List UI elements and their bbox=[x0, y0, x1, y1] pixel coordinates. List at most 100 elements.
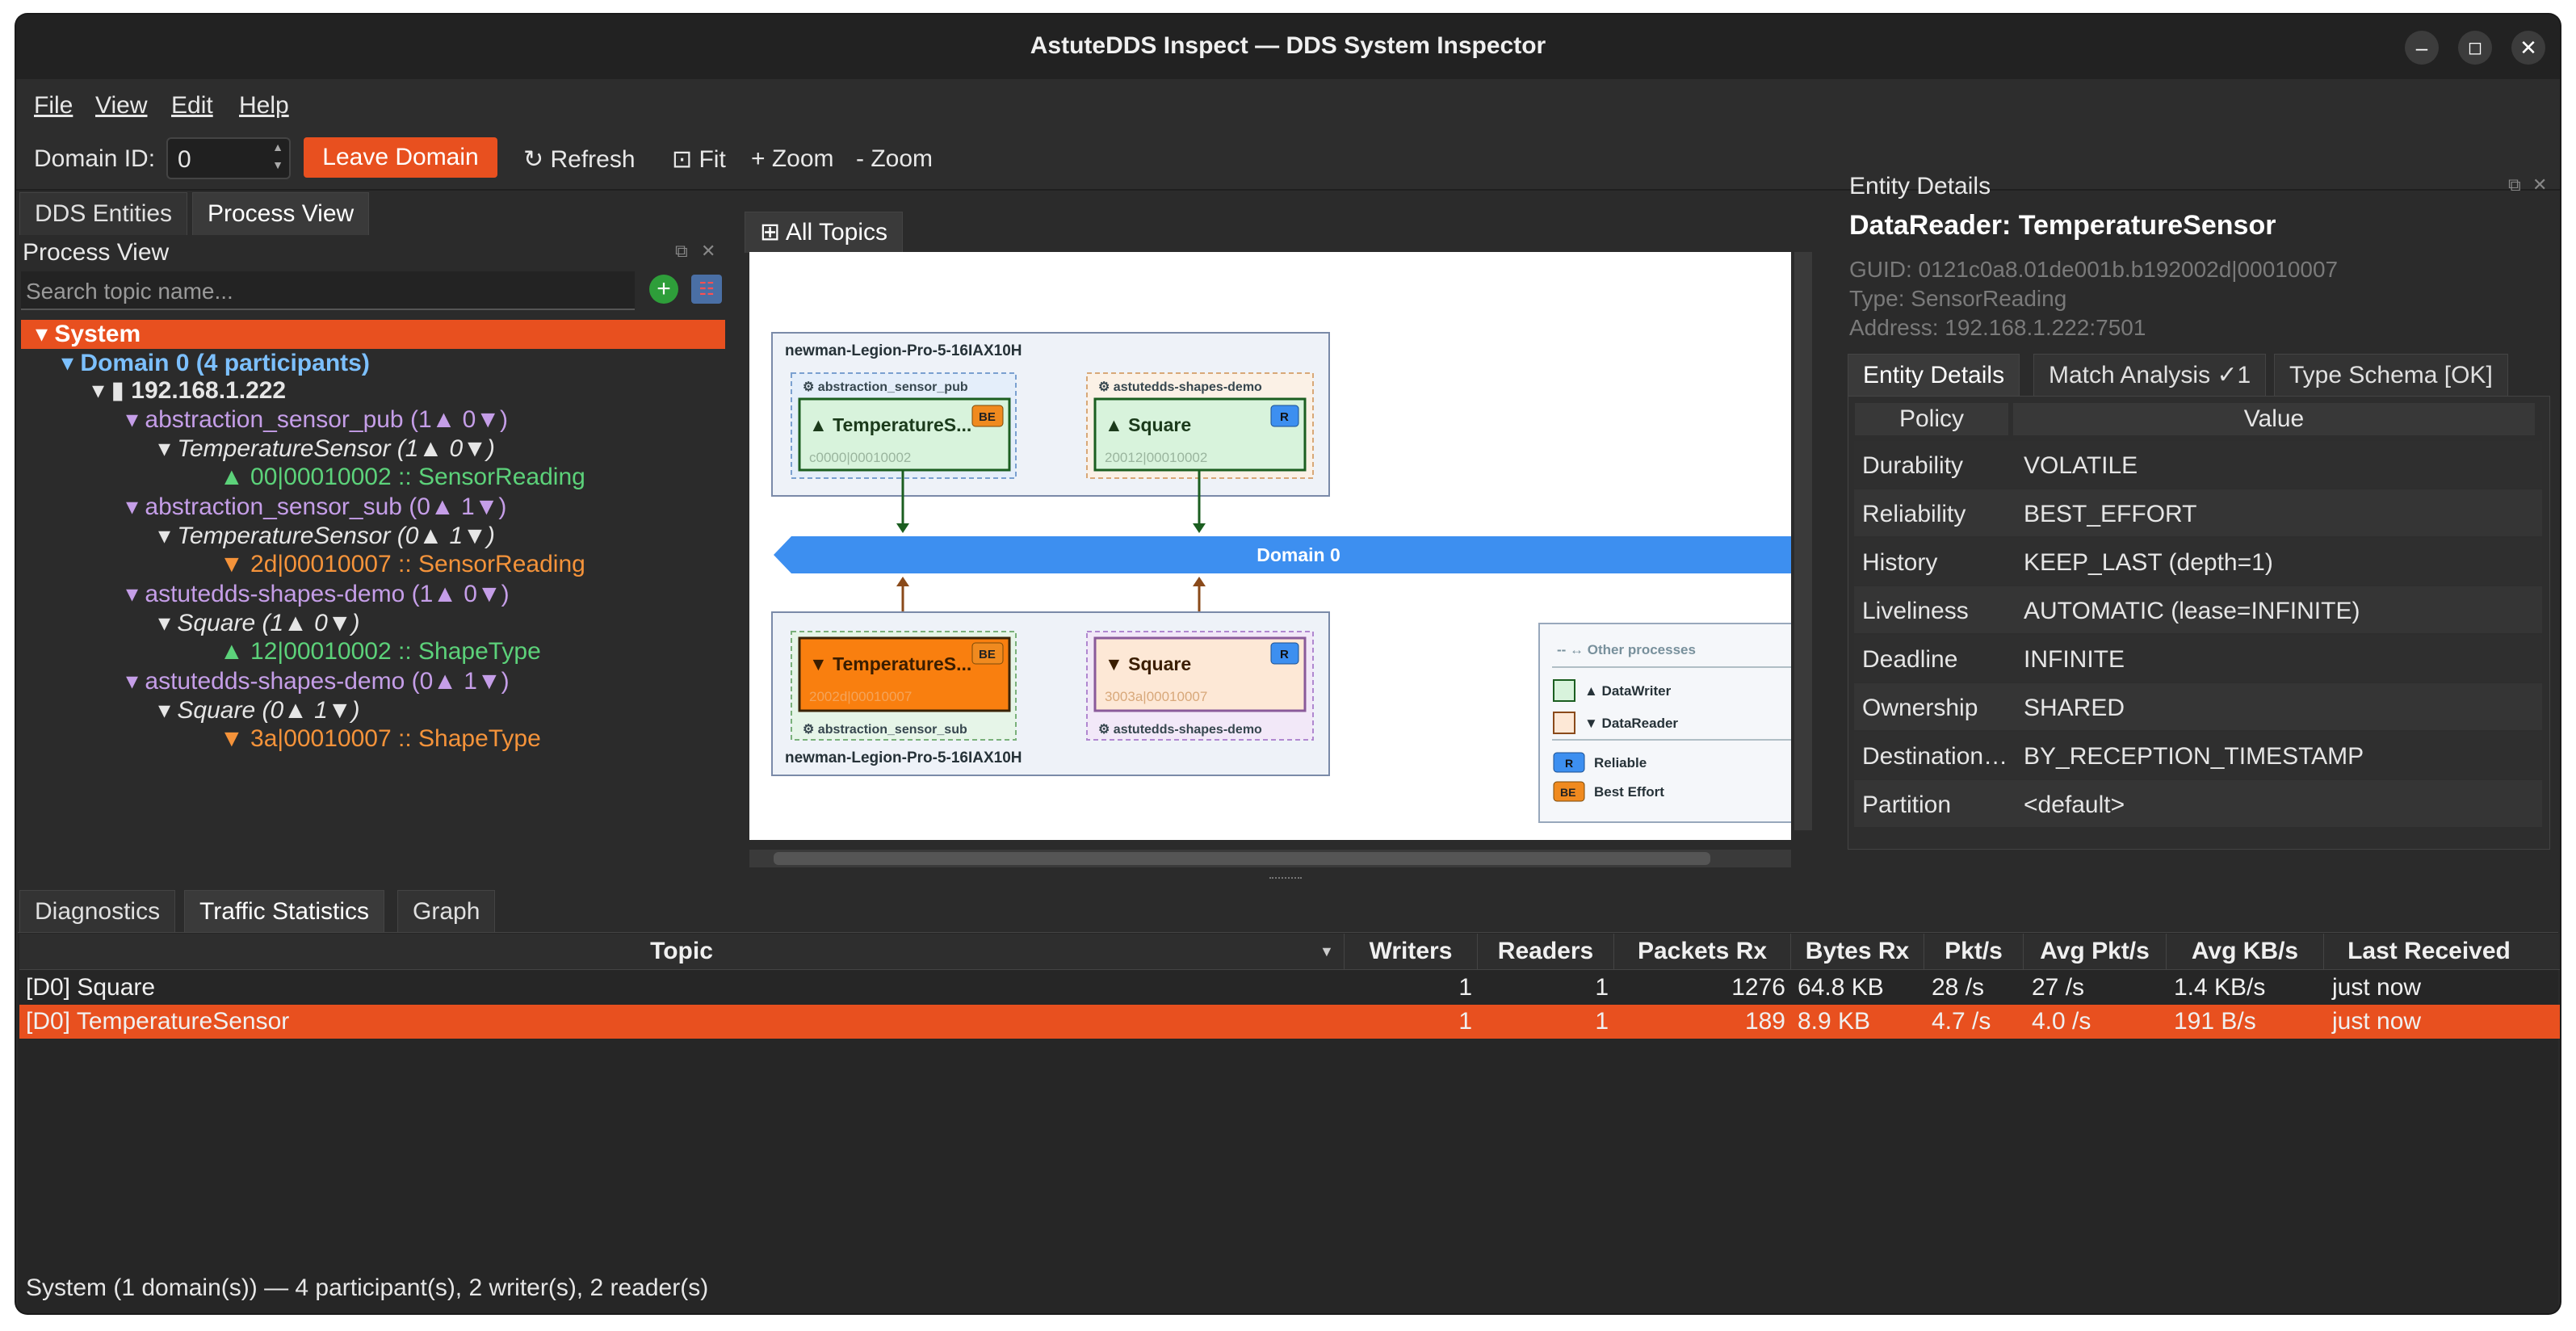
qos-row[interactable]: Durability VOLATILE bbox=[1854, 441, 2542, 488]
tree-participant-label: abstraction_sensor_pub (1▲ 0▼) bbox=[145, 406, 509, 433]
panel-float-icon[interactable]: ⧉ bbox=[675, 241, 688, 262]
cell-writers: 1 bbox=[1458, 974, 1472, 1001]
tab-type-schema[interactable]: Type Schema [OK] bbox=[2274, 354, 2508, 397]
panel-close-icon[interactable]: ✕ bbox=[2532, 174, 2547, 195]
legend-writer-label: ▲ DataWriter bbox=[1584, 683, 1672, 699]
cell-bytes-rx: 64.8 KB bbox=[1798, 974, 1884, 1001]
qos-row[interactable]: History KEEP_LAST (depth=1) bbox=[1854, 538, 2542, 585]
tree-system[interactable]: ▾ System bbox=[36, 320, 141, 348]
edge-arrow bbox=[1193, 523, 1206, 533]
col-avg-kb-s[interactable]: Avg KB/s bbox=[2167, 934, 2324, 969]
col-topic[interactable]: Topic bbox=[19, 934, 1345, 969]
col-avg-pkt-s[interactable]: Avg Pkt/s bbox=[2024, 934, 2167, 969]
scrollbar-thumb[interactable] bbox=[774, 852, 1710, 865]
graph-horizontal-scrollbar[interactable] bbox=[749, 850, 1791, 867]
leave-domain-button[interactable]: Leave Domain bbox=[304, 137, 497, 178]
col-packets-rx[interactable]: Packets Rx bbox=[1614, 934, 1791, 969]
tree-topic[interactable]: ▾ Square (0▲ 1▼) bbox=[158, 696, 360, 724]
tab-all-topics[interactable]: ⊞ All Topics bbox=[745, 212, 903, 253]
cell-writers: 1 bbox=[1458, 1008, 1472, 1035]
edge-arrow bbox=[896, 523, 909, 533]
tree-participant[interactable]: ▾ astutedds-shapes-demo (1▲ 0▼) bbox=[126, 580, 510, 608]
qos-row[interactable]: Ownership SHARED bbox=[1854, 683, 2542, 730]
process-label-pub: ⚙ abstraction_sensor_pub bbox=[803, 380, 968, 394]
tree-topic-label: Square (0▲ 1▼) bbox=[177, 697, 360, 724]
tab-match-analysis[interactable]: Match Analysis ✓1 bbox=[2033, 354, 2267, 397]
tab-process-view[interactable]: Process View bbox=[192, 192, 370, 235]
clear-filter-icon[interactable]: ☷ bbox=[691, 275, 722, 304]
tree-participant[interactable]: ▾ astutedds-shapes-demo (0▲ 1▼) bbox=[126, 667, 510, 695]
legend-reliable-badge-text: R bbox=[1565, 757, 1573, 770]
col-last-received[interactable]: Last Received bbox=[2324, 934, 2534, 969]
tree-domain-label: Domain 0 (4 participants) bbox=[80, 350, 370, 376]
menu-help[interactable]: Help bbox=[239, 92, 289, 120]
menu-file[interactable]: File bbox=[34, 92, 73, 120]
entity-address: Address: 192.168.1.222:7501 bbox=[1849, 315, 2146, 340]
datawriter-label-square: ▲ Square bbox=[1105, 414, 1191, 435]
cell-topic: [D0] TemperatureSensor bbox=[26, 1008, 290, 1035]
fit-button[interactable]: ⊡ Fit bbox=[672, 145, 726, 174]
cell-readers: 1 bbox=[1595, 974, 1609, 1001]
tree-endpoint[interactable]: ▼ 3a|00010007 :: ShapeType bbox=[220, 725, 541, 753]
topology-canvas[interactable]: newman-Legion-Pro-5-16IAX10H ⚙ abstracti… bbox=[749, 252, 1791, 840]
sort-chevron-down-icon[interactable]: ▼ bbox=[1319, 943, 1334, 960]
qos-value: SHARED bbox=[2024, 695, 2125, 721]
minimize-icon[interactable]: – bbox=[2405, 31, 2439, 65]
col-readers[interactable]: Readers bbox=[1478, 934, 1614, 969]
tree-topic[interactable]: ▾ TemperatureSensor (0▲ 1▼) bbox=[158, 522, 495, 550]
domain-id-label: Domain ID: bbox=[34, 145, 156, 172]
menu-edit[interactable]: Edit bbox=[171, 92, 213, 120]
tree-host[interactable]: ▾ ▮ 192.168.1.222 bbox=[92, 376, 286, 405]
close-icon[interactable]: ✕ bbox=[2511, 31, 2545, 65]
domain-id-spinbox[interactable]: 0 ▲ ▼ bbox=[166, 137, 291, 179]
zoom-out-button[interactable]: - Zoom bbox=[856, 145, 933, 173]
qos-row[interactable]: Deadline INFINITE bbox=[1854, 635, 2542, 682]
zoom-in-button[interactable]: + Zoom bbox=[751, 145, 834, 173]
col-writers[interactable]: Writers bbox=[1345, 934, 1478, 969]
tab-dds-entities[interactable]: DDS Entities bbox=[19, 192, 188, 235]
qos-col-value: Value bbox=[2013, 403, 2535, 435]
panel-close-icon[interactable]: ✕ bbox=[701, 241, 715, 262]
datawriter-guid-temperature: c0000|00010002 bbox=[809, 450, 911, 465]
panel-float-icon[interactable]: ⧉ bbox=[2508, 174, 2521, 195]
edge-arrow bbox=[1193, 577, 1206, 586]
domain-id-value: 0 bbox=[178, 146, 191, 173]
spin-up-icon[interactable]: ▲ bbox=[270, 141, 286, 157]
status-bar: System (1 domain(s)) — 4 participant(s),… bbox=[26, 1274, 709, 1301]
tree-endpoint[interactable]: ▼ 2d|00010007 :: SensorReading bbox=[220, 551, 585, 578]
tab-entity-details[interactable]: Entity Details bbox=[1848, 354, 2020, 397]
qos-policy: Ownership bbox=[1862, 695, 1978, 721]
edge-arrow bbox=[896, 577, 909, 586]
col-pkt-s[interactable]: Pkt/s bbox=[1924, 934, 2024, 969]
refresh-button[interactable]: ↻ Refresh bbox=[523, 145, 636, 174]
tree-endpoint[interactable]: ▲ 12|00010002 :: ShapeType bbox=[220, 638, 541, 666]
graph-vertical-scrollbar[interactable] bbox=[1794, 252, 1812, 830]
entity-heading: DataReader: TemperatureSensor bbox=[1849, 210, 2276, 241]
tree-participant[interactable]: ▾ abstraction_sensor_pub (1▲ 0▼) bbox=[126, 405, 508, 434]
search-placeholder: Search topic name... bbox=[26, 279, 233, 304]
qos-row[interactable]: Destination… BY_RECEPTION_TIMESTAMP bbox=[1854, 732, 2542, 779]
splitter-handle[interactable] bbox=[1269, 877, 1302, 884]
tab-diagnostics[interactable]: Diagnostics bbox=[19, 890, 176, 933]
tab-graph[interactable]: Graph bbox=[397, 890, 496, 933]
qos-policy: Liveliness bbox=[1862, 598, 1969, 624]
tree-topic[interactable]: ▾ Square (1▲ 0▼) bbox=[158, 609, 360, 637]
col-bytes-rx[interactable]: Bytes Rx bbox=[1791, 934, 1924, 969]
tree-participant[interactable]: ▾ abstraction_sensor_sub (0▲ 1▼) bbox=[126, 493, 506, 521]
qos-policy: Deadline bbox=[1862, 646, 1958, 673]
add-filter-icon[interactable]: + bbox=[649, 275, 678, 304]
tree-topic-label: TemperatureSensor (0▲ 1▼) bbox=[177, 523, 495, 549]
topic-search-input[interactable]: Search topic name... bbox=[21, 271, 635, 310]
tree-domain[interactable]: ▾ Domain 0 (4 participants) bbox=[61, 349, 370, 377]
qos-row[interactable]: Liveliness AUTOMATIC (lease=INFINITE) bbox=[1854, 586, 2542, 633]
tree-endpoint[interactable]: ▲ 00|00010002 :: SensorReading bbox=[220, 464, 585, 491]
qos-row[interactable]: Partition <default> bbox=[1854, 780, 2542, 827]
qos-row[interactable]: Reliability BEST_EFFORT bbox=[1854, 489, 2542, 536]
spin-down-icon[interactable]: ▼ bbox=[270, 158, 286, 174]
menu-view[interactable]: View bbox=[95, 92, 147, 120]
tree-topic[interactable]: ▾ TemperatureSensor (1▲ 0▼) bbox=[158, 435, 495, 463]
host-label-bottom: newman-Legion-Pro-5-16IAX10H bbox=[785, 749, 1022, 766]
window-title: AstuteDDS Inspect — DDS System Inspector bbox=[1030, 32, 1546, 59]
tab-traffic-statistics[interactable]: Traffic Statistics bbox=[184, 890, 385, 933]
maximize-icon[interactable]: ◻ bbox=[2458, 31, 2492, 65]
